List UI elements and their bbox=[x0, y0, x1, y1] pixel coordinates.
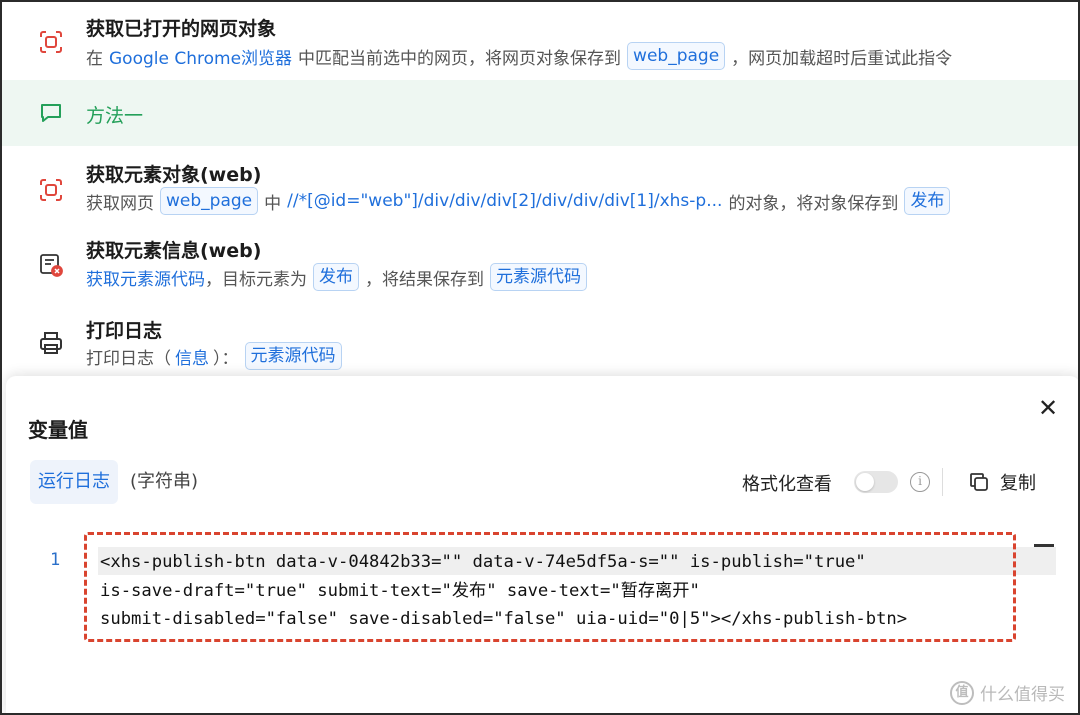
step-title: 获取元素对象(web) bbox=[86, 164, 262, 186]
element-info-icon bbox=[38, 252, 64, 278]
desc-text: 的对象，将对象保存到 bbox=[728, 193, 899, 214]
collapse-icon[interactable] bbox=[1034, 544, 1054, 547]
copy-label: 复制 bbox=[1000, 473, 1036, 494]
desc-text: 在 bbox=[86, 48, 103, 69]
step-title: 获取已打开的网页对象 bbox=[86, 18, 277, 40]
comment-icon bbox=[39, 102, 63, 124]
watermark-text: 什么值得买 bbox=[980, 685, 1065, 705]
close-icon[interactable]: ✕ bbox=[1036, 396, 1060, 420]
action-link[interactable]: 获取元素源代码 bbox=[86, 265, 205, 290]
desc-text: 获取网页 bbox=[86, 193, 154, 214]
desc-text: ，将结果保存到 bbox=[365, 269, 484, 290]
step-description: 获取网页 web_page 中 //*[@id="web"]/div/div/d… bbox=[86, 187, 956, 215]
variable-chip[interactable]: 发布 bbox=[313, 263, 359, 291]
annotation-highlight-box bbox=[84, 532, 1016, 642]
copy-icon bbox=[970, 473, 988, 491]
variable-chip[interactable]: web_page bbox=[627, 42, 726, 70]
value-type-label: (字符串) bbox=[130, 471, 199, 492]
step-description: 在 Google Chrome浏览器 中匹配当前选中的网页，将网页对象保存到 w… bbox=[86, 42, 952, 70]
printer-icon bbox=[38, 330, 64, 356]
code-viewer[interactable]: 1 <xhs-publish-btn data-v-04842b33="" da… bbox=[6, 526, 1078, 656]
desc-text: ，目标元素为 bbox=[205, 269, 307, 290]
xpath-link[interactable]: //*[@id="web"]/div/div/div[2]/div/div/di… bbox=[287, 191, 722, 211]
comment-text: 方法一 bbox=[86, 105, 144, 127]
line-number: 1 bbox=[50, 550, 61, 570]
variable-value-dialog: 变量值 ✕ 运行日志 (字符串) 格式化查看 i 复制 1 <xhs-publi… bbox=[6, 376, 1078, 713]
step-get-element-info[interactable]: 获取元素信息(web) 获取元素源代码 ，目标元素为 发布 ，将结果保存到 元素… bbox=[2, 226, 1078, 306]
browser-link[interactable]: Google Chrome浏览器 bbox=[109, 44, 292, 69]
format-view-label: 格式化查看 bbox=[742, 474, 832, 495]
log-level-link[interactable]: 信息 bbox=[175, 344, 209, 369]
comment-block[interactable]: 方法一 bbox=[2, 80, 1078, 146]
web-capture-icon bbox=[38, 177, 64, 203]
tab-run-log[interactable]: 运行日志 bbox=[30, 460, 118, 504]
variable-chip[interactable]: web_page bbox=[160, 187, 259, 215]
desc-text: 打印日志（ bbox=[86, 348, 171, 369]
info-icon[interactable]: i bbox=[910, 472, 930, 492]
step-print-log[interactable]: 打印日志 打印日志（ 信息 ）： 元素源代码 bbox=[2, 306, 1078, 376]
desc-text: 中匹配当前选中的网页，将网页对象保存到 bbox=[298, 48, 622, 69]
watermark-logo: 值 bbox=[950, 680, 974, 705]
step-get-opened-webpage[interactable]: 获取已打开的网页对象 在 Google Chrome浏览器 中匹配当前选中的网页… bbox=[2, 2, 1078, 80]
step-get-element-object[interactable]: 获取元素对象(web) 获取网页 web_page 中 //*[@id="web… bbox=[2, 146, 1078, 226]
variable-chip[interactable]: 发布 bbox=[904, 187, 951, 215]
variable-chip[interactable]: 元素源代码 bbox=[490, 263, 587, 291]
format-view-toggle[interactable] bbox=[854, 471, 898, 493]
step-title: 打印日志 bbox=[86, 320, 163, 342]
desc-text: ）： bbox=[213, 348, 239, 369]
step-title: 获取元素信息(web) bbox=[86, 240, 262, 262]
desc-text: ，网页加载超时后重试此指令 bbox=[731, 48, 953, 69]
watermark: 值 什么值得买 bbox=[950, 680, 1065, 705]
dialog-title: 变量值 bbox=[28, 418, 88, 442]
workflow-editor: 获取已打开的网页对象 在 Google Chrome浏览器 中匹配当前选中的网页… bbox=[0, 0, 1080, 715]
variable-chip[interactable]: 元素源代码 bbox=[244, 342, 342, 370]
step-description: 获取元素源代码 ，目标元素为 发布 ，将结果保存到 元素源代码 bbox=[86, 263, 593, 291]
toolbar-divider bbox=[942, 468, 943, 496]
copy-button[interactable]: 复制 bbox=[968, 468, 1036, 496]
step-description: 打印日志（ 信息 ）： 元素源代码 bbox=[86, 342, 348, 370]
web-capture-icon bbox=[38, 29, 64, 55]
desc-text: 中 bbox=[264, 193, 282, 214]
